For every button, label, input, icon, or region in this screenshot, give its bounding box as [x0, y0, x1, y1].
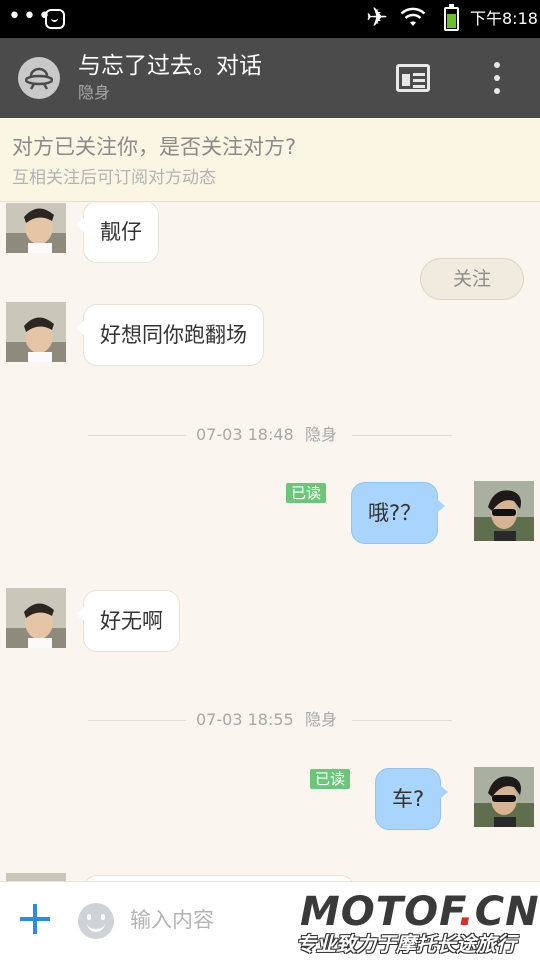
- message-bubble[interactable]: 好想同你跑翻场: [76, 304, 264, 366]
- sender-avatar[interactable]: [6, 873, 66, 881]
- message-bubble[interactable]: 靓仔: [76, 203, 159, 263]
- watermark-brand-prefix: MOTOF: [300, 889, 459, 935]
- follow-hint: 互相关注后可订阅对方动态: [12, 168, 216, 188]
- my-avatar[interactable]: [474, 481, 534, 541]
- message-bubble[interactable]: 好无啊: [76, 590, 180, 652]
- battery-charging-icon: [444, 4, 459, 31]
- sender-avatar[interactable]: [6, 588, 66, 648]
- plus-icon[interactable]: [20, 904, 50, 934]
- chat-status: 隐身: [78, 83, 111, 102]
- message-bubble[interactable]: 车?: [375, 768, 449, 830]
- follow-banner: 对方已关注你，是否关注对方? 互相关注后可订阅对方动态 关注: [0, 118, 540, 300]
- watermark-logo: MOTOF.CN 专业致力于摩托长途旅行: [296, 890, 540, 960]
- read-badge: 已读: [310, 769, 351, 789]
- time-divider: 07-03 18:55 隐身: [88, 709, 452, 731]
- more-vertical-icon[interactable]: [486, 60, 508, 96]
- status-time: 下午8:18: [470, 9, 538, 28]
- watermark-slogan: 专业致力于摩托长途旅行: [296, 932, 516, 956]
- message-bubble[interactable]: 哦?？: [351, 482, 446, 544]
- sender-avatar[interactable]: [6, 302, 66, 362]
- airplane-icon: ✈: [366, 3, 388, 33]
- watermark-brand-suffix: CN: [474, 889, 540, 935]
- my-avatar[interactable]: [474, 767, 534, 827]
- profile-card-icon[interactable]: [396, 64, 430, 92]
- app-icon: [45, 9, 65, 29]
- message-list[interactable]: 靓仔 好想同你跑翻场 07-03 18:48 隐身 已读 哦?？ 好无啊 07-…: [0, 203, 540, 881]
- message-time: 07-03 18:55: [196, 710, 294, 729]
- follow-question: 对方已关注你，是否关注对方?: [12, 135, 297, 159]
- message-status: 隐身: [305, 710, 338, 729]
- wifi-icon: [400, 7, 426, 26]
- read-badge: 已读: [286, 483, 327, 503]
- message-status: 隐身: [305, 425, 338, 444]
- watermark-brand-dot: .: [458, 889, 475, 935]
- chat-title: 与忘了过去。对话: [78, 53, 262, 79]
- message-time: 07-03 18:48: [196, 425, 294, 444]
- time-divider: 07-03 18:48 隐身: [88, 424, 452, 446]
- sender-avatar[interactable]: [6, 203, 66, 253]
- emoji-icon[interactable]: [78, 903, 114, 939]
- message-input[interactable]: [130, 904, 290, 936]
- status-bar: ••• ✈ 下午8:18: [0, 0, 540, 38]
- watermark-brand: MOTOF.CN: [300, 890, 540, 934]
- contact-avatar-icon[interactable]: [18, 57, 60, 99]
- chat-header: 与忘了过去。对话 隐身: [0, 38, 540, 118]
